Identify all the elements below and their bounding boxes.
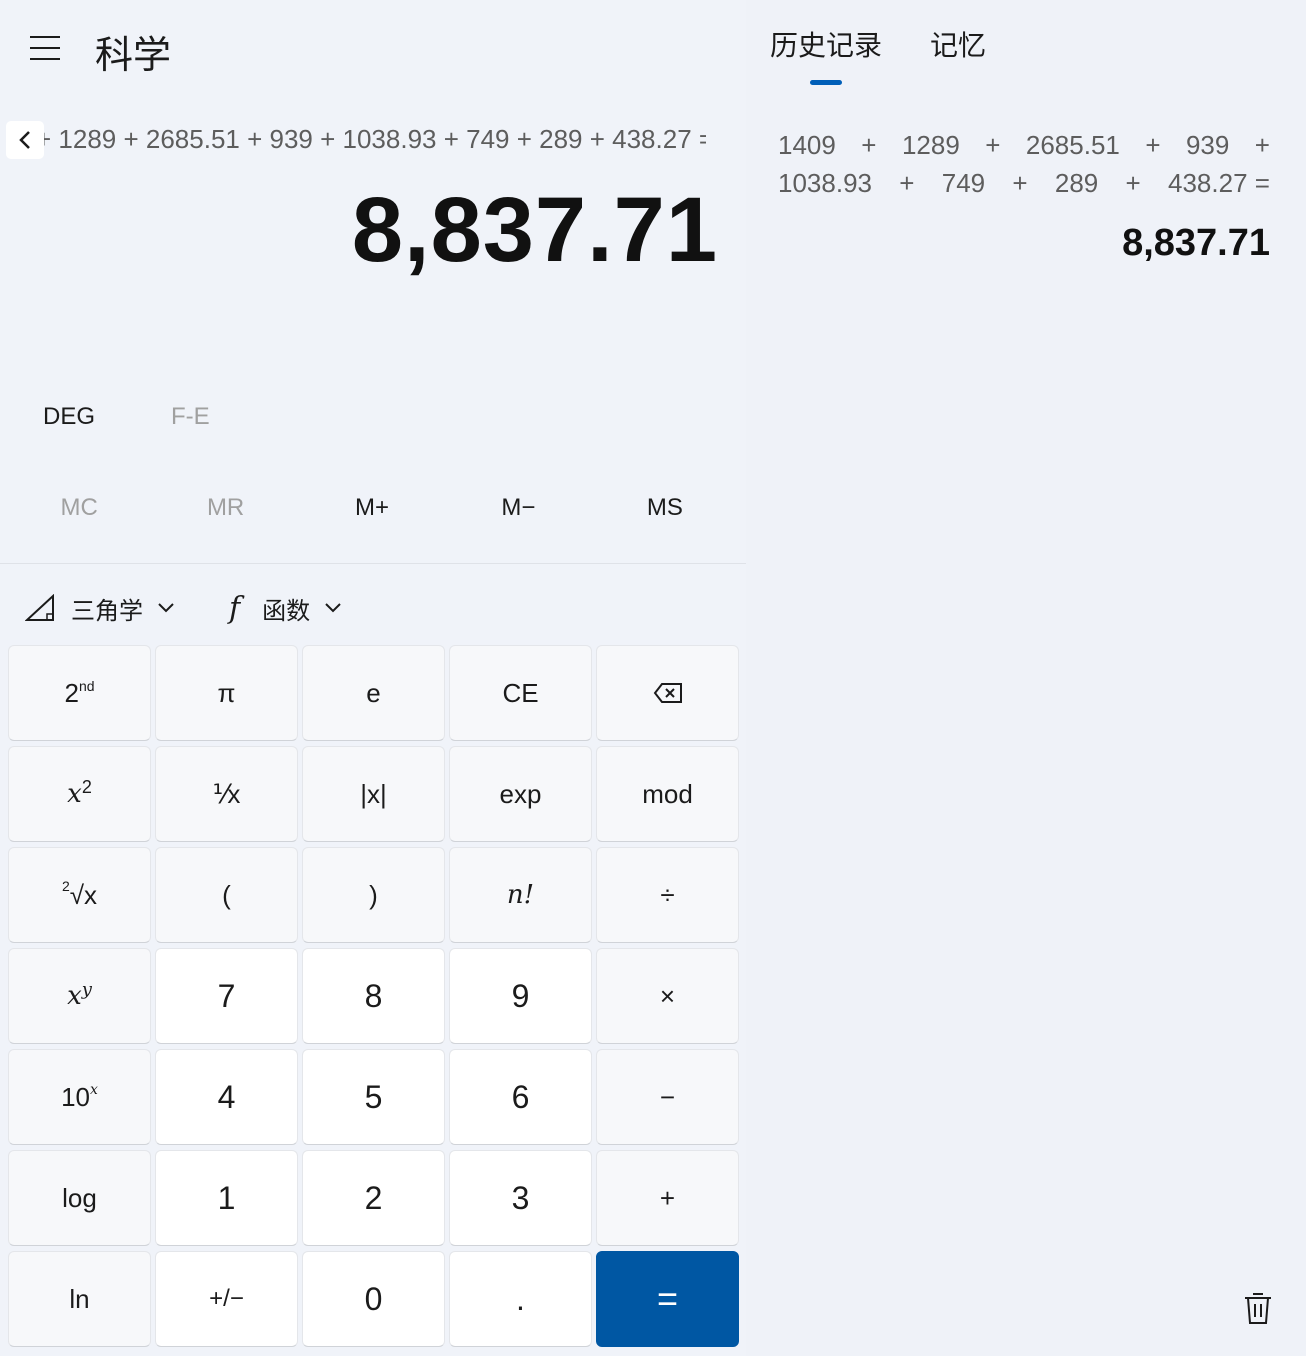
mode-title: 科学 <box>95 33 172 77</box>
digit-9-button[interactable]: 9 <box>449 948 592 1044</box>
mod-button[interactable]: mod <box>596 746 739 842</box>
function-icon: f <box>229 590 241 626</box>
active-tab-indicator <box>810 80 842 85</box>
memory-clear-button[interactable]: MC <box>6 488 152 528</box>
log-button[interactable]: log <box>8 1150 151 1246</box>
trigonometry-label: 三角学 <box>71 596 143 625</box>
divide-button[interactable]: ÷ <box>596 847 739 943</box>
square-root-button[interactable]: 2 √x <box>8 847 151 943</box>
add-button[interactable]: + <box>596 1150 739 1246</box>
pi-button[interactable]: π <box>155 645 298 741</box>
digit-4-button[interactable]: 4 <box>155 1049 298 1145</box>
tab-history[interactable]: 历史记录 <box>770 24 882 64</box>
backspace-icon <box>653 683 682 703</box>
trash-icon[interactable] <box>1242 1290 1274 1326</box>
functions-label: 函数 <box>262 596 311 625</box>
factorial-button[interactable]: n! <box>449 847 592 943</box>
history-result: 8,837.71 <box>1122 222 1270 264</box>
calculator-pane: 科学 + 1289 + 2685.51 + 939 + 1038.93 + 74… <box>0 0 746 1356</box>
chevron-down-icon <box>325 603 341 613</box>
scroll-back-icon[interactable] <box>6 121 44 159</box>
clear-entry-button[interactable]: CE <box>449 645 592 741</box>
digit-6-button[interactable]: 6 <box>449 1049 592 1145</box>
subtract-button[interactable]: − <box>596 1049 739 1145</box>
memory-add-button[interactable]: M+ <box>299 488 445 528</box>
divider <box>0 563 746 564</box>
square-button[interactable]: x2 <box>8 746 151 842</box>
digit-2-button[interactable]: 2 <box>302 1150 445 1246</box>
backspace-button[interactable] <box>596 645 739 741</box>
panel-tabs: 历史记录 记忆 <box>770 24 1034 64</box>
result-display: 8,837.71 <box>351 179 718 281</box>
left-paren-button[interactable]: ( <box>155 847 298 943</box>
e-button[interactable]: e <box>302 645 445 741</box>
exp-button[interactable]: exp <box>449 746 592 842</box>
function-row: 三角学 f 函数 <box>25 588 396 628</box>
ln-button[interactable]: ln <box>8 1251 151 1347</box>
keypad: 2nd π e CE x2 ⅟x |x| exp mod 2 √x ( ) n! … <box>8 645 739 1347</box>
absolute-value-button[interactable]: |x| <box>302 746 445 842</box>
expression-display: + 1289 + 2685.51 + 939 + 1038.93 + 749 +… <box>36 124 706 154</box>
digit-7-button[interactable]: 7 <box>155 948 298 1044</box>
angle-unit-button[interactable]: DEG <box>43 403 95 431</box>
negate-button[interactable]: +/− <box>155 1251 298 1347</box>
digit-1-button[interactable]: 1 <box>155 1150 298 1246</box>
decimal-button[interactable]: . <box>449 1251 592 1347</box>
reciprocal-button[interactable]: ⅟x <box>155 746 298 842</box>
tab-memory[interactable]: 记忆 <box>930 24 986 64</box>
memory-row: MC MR M+ M− MS <box>6 488 738 528</box>
second-function-button[interactable]: 2nd <box>8 645 151 741</box>
chevron-down-icon <box>158 603 174 613</box>
digit-0-button[interactable]: 0 <box>302 1251 445 1347</box>
history-expression-line: 1409 + 1289 + 2685.51 + 939 + <box>778 129 1270 160</box>
digit-5-button[interactable]: 5 <box>302 1049 445 1145</box>
triangle-icon <box>25 594 54 621</box>
right-paren-button[interactable]: ) <box>302 847 445 943</box>
fe-button[interactable]: F-E <box>171 403 210 431</box>
functions-dropdown[interactable]: f 函数 <box>229 591 342 626</box>
equals-button[interactable]: = <box>596 1251 739 1347</box>
trigonometry-dropdown[interactable]: 三角学 <box>25 591 175 626</box>
ten-power-button[interactable]: 10 x <box>8 1049 151 1145</box>
digit-8-button[interactable]: 8 <box>302 948 445 1044</box>
history-expression-line: 1038.93 + 749 + 289 + 438.27 = <box>778 167 1270 198</box>
multiply-button[interactable]: × <box>596 948 739 1044</box>
history-item[interactable]: 1409 + 1289 + 2685.51 + 939 + 1038.93 + … <box>778 126 1270 265</box>
memory-recall-button[interactable]: MR <box>152 488 298 528</box>
menu-icon[interactable] <box>30 32 66 64</box>
memory-store-button[interactable]: MS <box>592 488 738 528</box>
power-button[interactable]: xy <box>8 948 151 1044</box>
memory-subtract-button[interactable]: M− <box>445 488 591 528</box>
digit-3-button[interactable]: 3 <box>449 1150 592 1246</box>
